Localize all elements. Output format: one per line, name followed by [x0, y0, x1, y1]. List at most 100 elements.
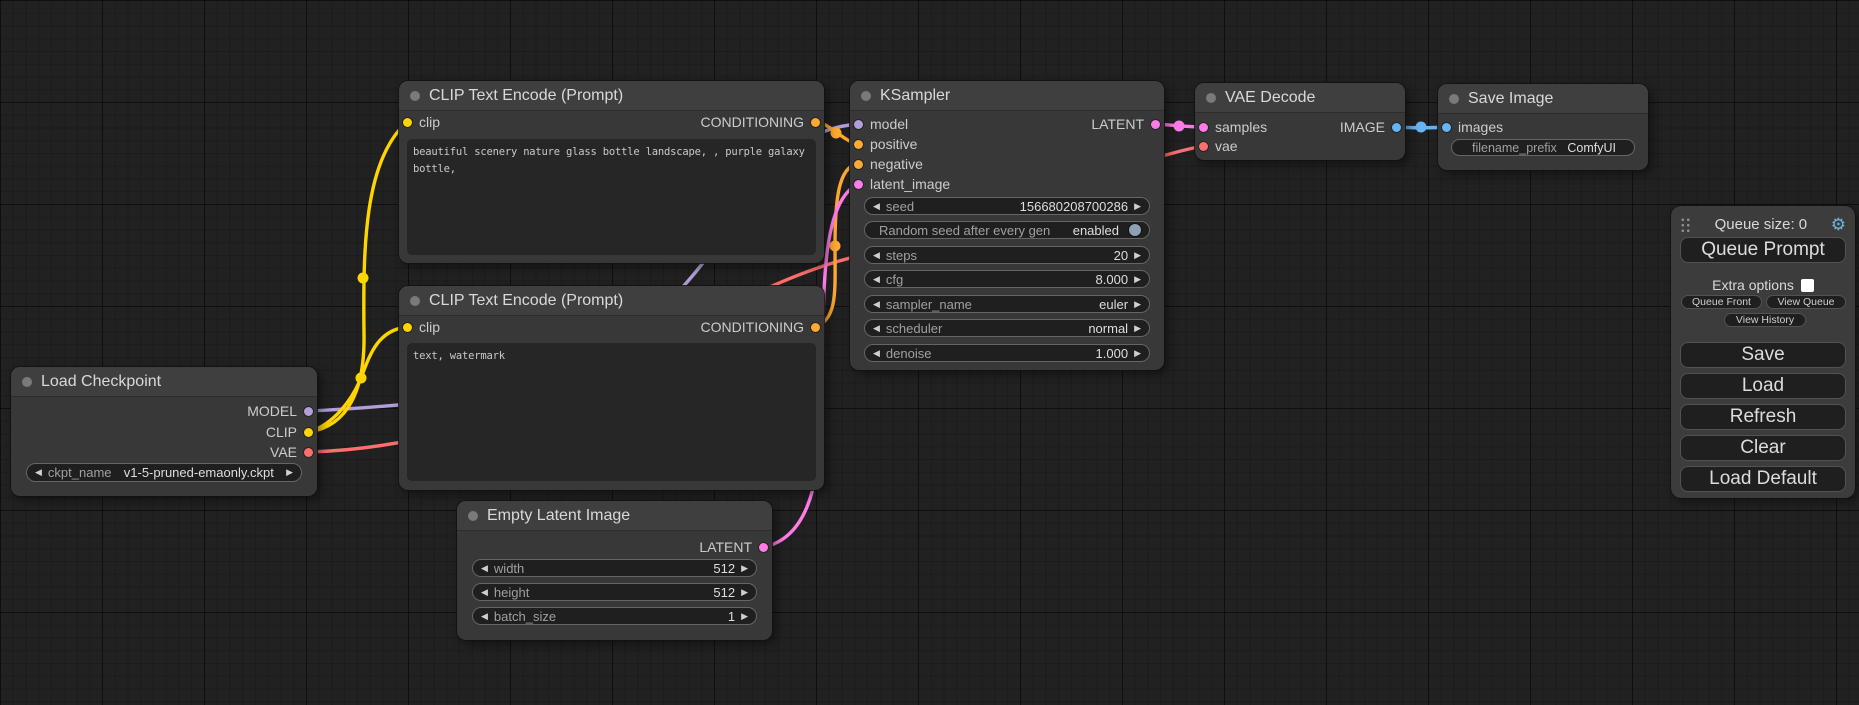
- increment-icon[interactable]: [741, 564, 748, 573]
- positive-prompt-textarea[interactable]: beautiful scenery nature glass bottle la…: [407, 139, 816, 255]
- node-vae-decode-titlebar[interactable]: VAE Decode: [1195, 83, 1405, 113]
- model-output-dot[interactable]: [304, 407, 313, 416]
- widget-value: 20: [1114, 248, 1128, 263]
- clip-input-dot[interactable]: [403, 118, 412, 127]
- increment-icon[interactable]: [741, 612, 748, 621]
- negative-prompt-textarea[interactable]: text, watermark: [407, 343, 816, 481]
- collapse-dot-icon[interactable]: [22, 377, 32, 387]
- view-queue-button[interactable]: View Queue: [1766, 295, 1846, 309]
- node-clip-positive-titlebar[interactable]: CLIP Text Encode (Prompt): [399, 81, 824, 111]
- collapse-dot-icon[interactable]: [410, 91, 420, 101]
- denoise-widget[interactable]: denoise 1.000: [864, 344, 1150, 362]
- output-slot-latent: LATENT: [1091, 115, 1160, 133]
- steps-widget[interactable]: steps 20: [864, 246, 1150, 264]
- decrement-icon[interactable]: [481, 564, 488, 573]
- input-slot-samples: samples: [1199, 118, 1267, 136]
- decrement-icon[interactable]: [481, 612, 488, 621]
- refresh-button[interactable]: Refresh: [1680, 404, 1846, 430]
- node-empty-latent-titlebar[interactable]: Empty Latent Image: [457, 501, 772, 531]
- collapse-dot-icon[interactable]: [468, 511, 478, 521]
- vae-input-dot[interactable]: [1199, 142, 1208, 151]
- increment-icon[interactable]: [1134, 300, 1141, 309]
- decrement-icon[interactable]: [873, 202, 880, 211]
- latent-output-dot[interactable]: [1151, 120, 1160, 129]
- random-seed-toggle[interactable]: [1129, 224, 1141, 236]
- images-input-dot[interactable]: [1442, 123, 1451, 132]
- slot-label: CLIP: [266, 424, 297, 440]
- positive-input-dot[interactable]: [854, 140, 863, 149]
- cfg-widget[interactable]: cfg 8.000: [864, 270, 1150, 288]
- decrement-icon[interactable]: [873, 324, 880, 333]
- input-slot-clip: clip: [403, 318, 440, 336]
- negative-input-dot[interactable]: [854, 160, 863, 169]
- increment-icon[interactable]: [741, 588, 748, 597]
- node-title: Empty Latent Image: [487, 507, 630, 525]
- decrement-icon[interactable]: [873, 251, 880, 260]
- input-slot-clip: clip: [403, 113, 440, 131]
- node-title: Load Checkpoint: [41, 373, 161, 391]
- decrement-icon[interactable]: [873, 300, 880, 309]
- seed-widget[interactable]: seed 156680208700286: [864, 197, 1150, 215]
- decrement-icon[interactable]: [873, 349, 880, 358]
- node-load-checkpoint-titlebar[interactable]: Load Checkpoint: [11, 367, 317, 397]
- collapse-dot-icon[interactable]: [861, 91, 871, 101]
- collapse-dot-icon[interactable]: [1449, 94, 1459, 104]
- slot-label: CONDITIONING: [701, 114, 804, 130]
- latent-output-dot[interactable]: [759, 543, 768, 552]
- collapse-dot-icon[interactable]: [1206, 93, 1216, 103]
- input-slot-latent-image: latent_image: [854, 175, 950, 193]
- decrement-icon[interactable]: [481, 588, 488, 597]
- scheduler-widget[interactable]: scheduler normal: [864, 319, 1150, 337]
- node-title: CLIP Text Encode (Prompt): [429, 292, 623, 310]
- increment-icon[interactable]: [1134, 202, 1141, 211]
- image-output-dot[interactable]: [1392, 123, 1401, 132]
- extra-options-checkbox[interactable]: [1801, 279, 1814, 292]
- widget-label: scheduler: [886, 321, 942, 336]
- conditioning-output-dot[interactable]: [811, 323, 820, 332]
- node-title: KSampler: [880, 87, 950, 105]
- collapse-dot-icon[interactable]: [410, 296, 420, 306]
- increment-icon[interactable]: [1134, 349, 1141, 358]
- slot-label: negative: [870, 156, 923, 172]
- gear-icon[interactable]: [1831, 216, 1846, 233]
- slot-label: clip: [419, 114, 440, 130]
- clip-output-dot[interactable]: [304, 428, 313, 437]
- widget-label: seed: [886, 199, 914, 214]
- clear-button[interactable]: Clear: [1680, 435, 1846, 461]
- node-clip-text-encode-positive: CLIP Text Encode (Prompt) clip CONDITION…: [399, 81, 824, 263]
- latent-image-input-dot[interactable]: [854, 180, 863, 189]
- node-title: Save Image: [1468, 90, 1553, 108]
- decrement-icon[interactable]: [35, 468, 42, 477]
- link-dot: [358, 273, 369, 284]
- load-button[interactable]: Load: [1680, 373, 1846, 399]
- model-input-dot[interactable]: [854, 120, 863, 129]
- filename-prefix-widget[interactable]: filename_prefix ComfyUI: [1451, 139, 1635, 156]
- decrement-icon[interactable]: [873, 275, 880, 284]
- batch-size-widget[interactable]: batch_size 1: [472, 607, 757, 625]
- samples-input-dot[interactable]: [1199, 123, 1208, 132]
- node-save-image-titlebar[interactable]: Save Image: [1438, 84, 1648, 114]
- queue-front-button[interactable]: Queue Front: [1681, 295, 1762, 309]
- drag-handle-icon[interactable]: [1680, 217, 1691, 232]
- view-history-button[interactable]: View History: [1724, 313, 1806, 327]
- increment-icon[interactable]: [1134, 275, 1141, 284]
- ckpt-name-widget[interactable]: ckpt_name v1-5-pruned-emaonly.ckpt: [26, 463, 302, 482]
- node-clip-negative-titlebar[interactable]: CLIP Text Encode (Prompt): [399, 286, 824, 316]
- output-slot-conditioning: CONDITIONING: [701, 318, 820, 336]
- vae-output-dot[interactable]: [304, 448, 313, 457]
- output-slot-latent: LATENT: [699, 538, 768, 556]
- output-slot-vae: VAE: [270, 443, 313, 461]
- width-widget[interactable]: width 512: [472, 559, 757, 577]
- conditioning-output-dot[interactable]: [811, 118, 820, 127]
- sampler-name-widget[interactable]: sampler_name euler: [864, 295, 1150, 313]
- node-ksampler-titlebar[interactable]: KSampler: [850, 81, 1164, 111]
- queue-prompt-button[interactable]: Queue Prompt: [1680, 237, 1846, 263]
- clip-input-dot[interactable]: [403, 323, 412, 332]
- increment-icon[interactable]: [286, 468, 293, 477]
- load-default-button[interactable]: Load Default: [1680, 466, 1846, 492]
- height-widget[interactable]: height 512: [472, 583, 757, 601]
- increment-icon[interactable]: [1134, 324, 1141, 333]
- save-button[interactable]: Save: [1680, 342, 1846, 368]
- increment-icon[interactable]: [1134, 251, 1141, 260]
- random-seed-widget[interactable]: Random seed after every gen enabled: [864, 221, 1150, 239]
